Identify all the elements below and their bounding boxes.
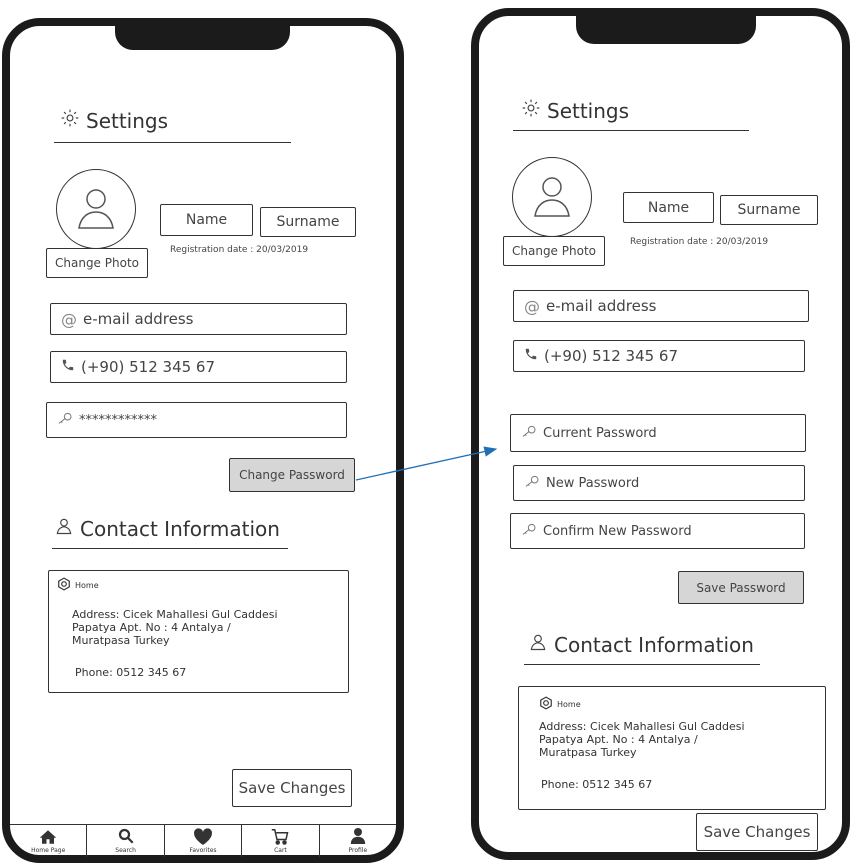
at-icon: @ bbox=[61, 309, 77, 329]
gear-icon bbox=[521, 98, 541, 123]
contact-divider bbox=[524, 664, 760, 665]
change-photo-button[interactable]: Change Photo bbox=[503, 236, 605, 266]
key-icon bbox=[521, 425, 537, 441]
home-label-row: Home bbox=[57, 577, 99, 593]
home-badge-icon bbox=[57, 577, 71, 593]
bottom-tab-bar: Home Page Search Favorites Cart Profile bbox=[10, 824, 396, 857]
profile-icon bbox=[350, 828, 366, 844]
phone-notch bbox=[115, 24, 290, 50]
cart-icon bbox=[272, 829, 289, 845]
new-password-field[interactable]: New Password bbox=[513, 465, 805, 501]
password-field[interactable]: ************ bbox=[46, 402, 347, 438]
home-icon bbox=[39, 830, 57, 844]
tab-cart[interactable]: Cart bbox=[242, 825, 320, 857]
name-field[interactable]: Name bbox=[160, 204, 253, 236]
key-icon bbox=[524, 475, 540, 491]
title-divider bbox=[54, 142, 291, 143]
registration-date: Registration date : 20/03/2019 bbox=[630, 237, 769, 247]
email-field[interactable]: @ e-mail address bbox=[50, 303, 347, 335]
phone-right: Settings Change Photo Name Surname Regis… bbox=[471, 8, 850, 860]
user-icon bbox=[78, 189, 114, 229]
tab-favorites[interactable]: Favorites bbox=[165, 825, 243, 857]
contact-divider bbox=[52, 548, 288, 549]
settings-heading: Settings bbox=[521, 98, 629, 123]
tab-search[interactable]: Search bbox=[87, 825, 165, 857]
contact-phone: Phone: 0512 345 67 bbox=[75, 666, 187, 679]
surname-field[interactable]: Surname bbox=[720, 195, 818, 225]
user-outline-icon bbox=[528, 632, 548, 657]
save-changes-button[interactable]: Save Changes bbox=[232, 769, 352, 807]
registration-date: Registration date : 20/03/2019 bbox=[170, 245, 309, 255]
contact-address: Address: Cicek Mahallesi Gul Caddesi Pap… bbox=[72, 608, 278, 647]
contact-card[interactable]: Home Address: Cicek Mahallesi Gul Caddes… bbox=[48, 570, 349, 693]
avatar[interactable] bbox=[56, 169, 136, 249]
phone-icon bbox=[524, 347, 538, 365]
key-icon bbox=[57, 412, 73, 428]
heart-icon bbox=[194, 828, 212, 845]
page-title: Settings bbox=[86, 108, 169, 133]
phone-field[interactable]: (+90) 512 345 67 bbox=[513, 340, 805, 372]
phone-notch bbox=[576, 14, 756, 44]
settings-heading: Settings bbox=[60, 108, 168, 133]
phone-icon bbox=[61, 358, 75, 376]
phone-left: Settings Change Photo Name Surname Regis… bbox=[2, 18, 404, 863]
contact-phone: Phone: 0512 345 67 bbox=[541, 778, 653, 791]
tab-home[interactable]: Home Page bbox=[10, 825, 88, 857]
surname-field[interactable]: Surname bbox=[260, 207, 356, 237]
tab-profile[interactable]: Profile bbox=[320, 825, 396, 857]
email-field[interactable]: @ e-mail address bbox=[513, 290, 809, 322]
change-password-button[interactable]: Change Password bbox=[229, 458, 355, 492]
confirm-password-field[interactable]: Confirm New Password bbox=[510, 513, 805, 549]
phone-field[interactable]: (+90) 512 345 67 bbox=[50, 351, 347, 383]
name-field[interactable]: Name bbox=[623, 192, 714, 223]
avatar[interactable] bbox=[512, 157, 592, 237]
change-photo-button[interactable]: Change Photo bbox=[46, 248, 148, 278]
save-password-button[interactable]: Save Password bbox=[678, 571, 804, 604]
contact-address: Address: Cicek Mahallesi Gul Caddesi Pap… bbox=[539, 720, 745, 759]
contact-card[interactable]: Home Address: Cicek Mahallesi Gul Caddes… bbox=[518, 686, 826, 810]
save-changes-button[interactable]: Save Changes bbox=[696, 813, 818, 851]
home-label-row: Home bbox=[539, 696, 581, 712]
search-icon bbox=[118, 828, 134, 844]
home-badge-icon bbox=[539, 696, 553, 712]
user-outline-icon bbox=[54, 516, 74, 541]
page-title: Settings bbox=[547, 98, 630, 123]
key-icon bbox=[521, 523, 537, 539]
current-password-field[interactable]: Current Password bbox=[510, 414, 806, 452]
contact-heading: Contact Information bbox=[528, 632, 754, 657]
title-divider bbox=[513, 130, 749, 131]
user-icon bbox=[534, 177, 570, 217]
contact-heading: Contact Information bbox=[54, 516, 280, 541]
at-icon: @ bbox=[524, 296, 540, 316]
gear-icon bbox=[60, 108, 80, 133]
